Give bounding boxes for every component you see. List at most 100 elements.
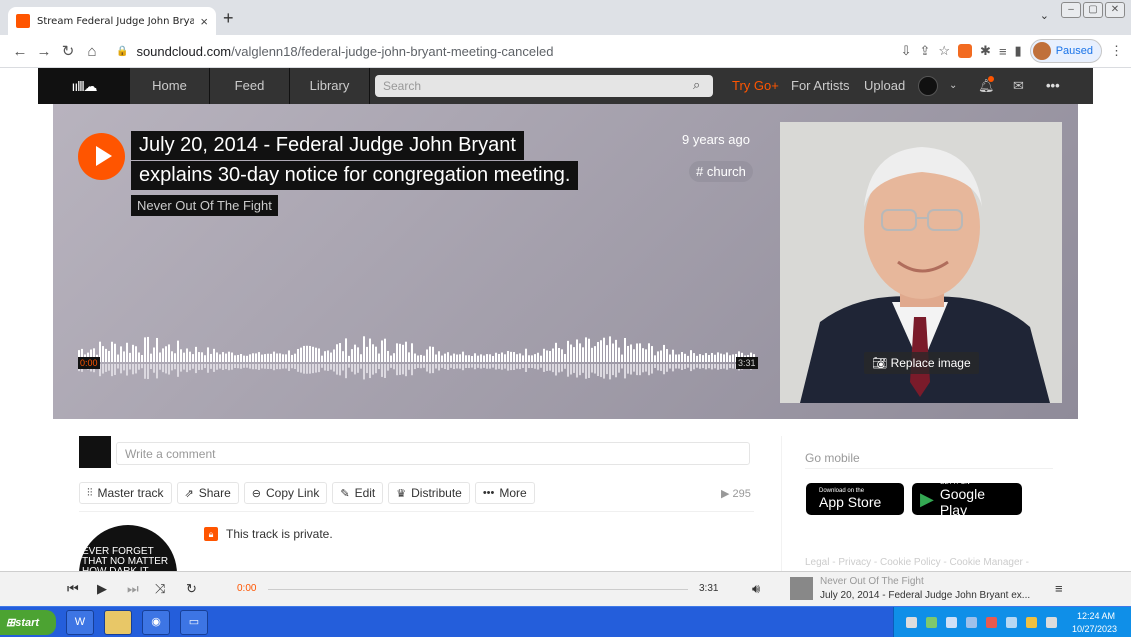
browser-tab[interactable]: Stream Federal Judge John Bryant - × bbox=[8, 7, 216, 35]
minimize-icon[interactable]: – bbox=[1061, 2, 1081, 18]
mail-icon[interactable]: ✉ bbox=[1013, 68, 1024, 104]
desktop-icon[interactable]: ▭ bbox=[180, 610, 208, 635]
search-icon[interactable]: ⌕ bbox=[693, 77, 700, 93]
folder-icon[interactable] bbox=[104, 610, 132, 635]
waveform-bar bbox=[390, 355, 392, 362]
shuffle-icon[interactable]: ⤨ bbox=[155, 581, 165, 597]
waveform-reflection-bar bbox=[666, 364, 668, 372]
previous-track-icon[interactable]: ⏮︎ bbox=[67, 581, 79, 597]
word-icon[interactable]: W bbox=[66, 610, 94, 635]
google-play-button[interactable]: ▶ GET IT ON Google Play bbox=[912, 480, 1022, 518]
next-track-icon[interactable]: ⏭︎ bbox=[127, 581, 139, 597]
waveform-reflection-bar bbox=[495, 364, 497, 370]
waveform-bar bbox=[579, 343, 581, 362]
waveform-reflection-bar bbox=[489, 364, 491, 369]
app-store-button[interactable]: Download on the App Store bbox=[806, 483, 904, 515]
now-playing-artist[interactable]: Never Out Of The Fight bbox=[820, 576, 924, 587]
bell-icon[interactable]: 🔔︎ bbox=[978, 68, 995, 104]
tray-icon[interactable] bbox=[966, 617, 977, 628]
waveform-bar bbox=[210, 353, 212, 362]
waveform-reflection-bar bbox=[402, 364, 404, 375]
chrome-icon[interactable]: ◉ bbox=[142, 610, 170, 635]
share-button[interactable]: ⇗ Share bbox=[176, 482, 239, 504]
now-playing-title[interactable]: July 20, 2014 - Federal Judge John Bryan… bbox=[820, 590, 1030, 601]
play-button[interactable] bbox=[78, 133, 125, 180]
waveform-reflection-bar bbox=[594, 364, 596, 374]
reading-list-icon[interactable]: ≡ bbox=[999, 44, 1007, 59]
close-window-icon[interactable]: ✕ bbox=[1105, 2, 1125, 18]
play-icon[interactable]: ▶ bbox=[97, 581, 107, 597]
profile-button[interactable]: Paused bbox=[1029, 39, 1102, 63]
share-page-icon[interactable]: ⇪ bbox=[919, 43, 930, 59]
footer-links[interactable]: Legal - Privacy - Cookie Policy - Cookie… bbox=[805, 557, 1029, 568]
volume-tray-icon[interactable] bbox=[1046, 617, 1057, 628]
search-input[interactable] bbox=[375, 75, 713, 97]
home-icon[interactable]: ⌂ bbox=[80, 43, 104, 60]
tab-search-chevron-icon[interactable]: ⌄ bbox=[1040, 9, 1049, 22]
waveform-bar bbox=[465, 355, 467, 362]
now-playing-thumbnail[interactable] bbox=[790, 577, 813, 600]
forward-arrow-icon[interactable]: → bbox=[32, 43, 56, 60]
tray-icon[interactable] bbox=[926, 617, 937, 628]
browser-menu-icon[interactable]: ⋮ bbox=[1110, 43, 1123, 59]
waveform-reflection-bar bbox=[534, 364, 536, 369]
waveform-reflection-bar bbox=[510, 364, 512, 371]
waveform-reflection-bar bbox=[609, 364, 611, 380]
start-button[interactable]: ⊞ start bbox=[0, 610, 56, 635]
maximize-icon[interactable]: ▢ bbox=[1083, 2, 1103, 18]
queue-icon[interactable]: ≡ bbox=[1055, 581, 1063, 596]
repeat-icon[interactable]: ↻ bbox=[186, 581, 197, 597]
browser-tab-strip: Stream Federal Judge John Bryant - × + ⌄… bbox=[0, 0, 1131, 35]
nav-library[interactable]: Library bbox=[290, 68, 370, 104]
progress-bar[interactable] bbox=[268, 589, 688, 590]
address-bar[interactable]: 🔒 soundcloud.com/valglenn18/federal-judg… bbox=[116, 39, 896, 64]
waveform-reflection-bar bbox=[474, 364, 476, 370]
tray-icon[interactable] bbox=[1026, 617, 1037, 628]
replace-image-button[interactable]: 📷︎ Replace image bbox=[864, 352, 979, 374]
edit-button[interactable]: ✎ Edit bbox=[332, 482, 384, 504]
soundcloud-logo-icon[interactable]: ıılll☁ bbox=[38, 68, 130, 104]
back-arrow-icon[interactable]: ← bbox=[8, 43, 32, 60]
extensions-puzzle-icon[interactable]: ✱ bbox=[980, 43, 991, 59]
tray-icon[interactable] bbox=[986, 617, 997, 628]
comment-input[interactable] bbox=[116, 442, 750, 465]
waveform-reflection-bar bbox=[147, 364, 149, 380]
tab-close-icon[interactable]: × bbox=[200, 14, 208, 29]
waveform-bar bbox=[168, 344, 170, 362]
waveform-bar bbox=[567, 340, 569, 362]
copy-link-button[interactable]: ⊖ Copy Link bbox=[243, 482, 328, 504]
extension-icon[interactable] bbox=[958, 44, 973, 58]
new-tab-button[interactable]: + bbox=[223, 8, 234, 29]
nav-feed[interactable]: Feed bbox=[210, 68, 290, 104]
master-track-button[interactable]: ⫶⫶ Master track bbox=[79, 482, 172, 504]
waveform[interactable] bbox=[78, 324, 756, 386]
waveform-reflection-bar bbox=[570, 364, 572, 375]
network-icon[interactable] bbox=[1006, 617, 1017, 628]
waveform-reflection-bar bbox=[141, 364, 143, 369]
waveform-bar bbox=[174, 353, 176, 362]
side-panel-icon[interactable]: ▮ bbox=[1015, 43, 1022, 59]
install-app-icon[interactable]: ⇩ bbox=[901, 43, 912, 59]
chevron-down-icon[interactable]: ⌄ bbox=[949, 68, 957, 104]
tag-church[interactable]: # church bbox=[689, 161, 753, 182]
play-count-value: 295 bbox=[732, 488, 751, 500]
artist-name-link[interactable]: Never Out Of The Fight bbox=[131, 195, 278, 216]
waveform-bar bbox=[501, 352, 503, 362]
user-avatar[interactable] bbox=[918, 76, 938, 96]
bookmark-star-icon[interactable]: ☆ bbox=[938, 43, 950, 59]
distribute-button[interactable]: ♛ Distribute bbox=[388, 482, 470, 504]
lock-icon: 🔒︎ bbox=[204, 527, 218, 541]
waveform-bar bbox=[339, 343, 341, 362]
tray-icon[interactable] bbox=[946, 617, 957, 628]
waveform-bar bbox=[585, 337, 587, 362]
for-artists-link[interactable]: For Artists bbox=[791, 68, 850, 104]
reload-icon[interactable]: ↻ bbox=[56, 42, 80, 60]
tray-icon[interactable] bbox=[906, 617, 917, 628]
nav-home[interactable]: Home bbox=[130, 68, 210, 104]
try-go-plus-link[interactable]: Try Go+ bbox=[732, 68, 779, 104]
more-button[interactable]: ••• More bbox=[474, 482, 535, 504]
volume-icon[interactable]: 🔊︎ bbox=[752, 581, 760, 597]
waveform-bar bbox=[369, 338, 371, 362]
upload-link[interactable]: Upload bbox=[864, 68, 905, 104]
more-options-icon[interactable]: ••• bbox=[1046, 68, 1060, 104]
